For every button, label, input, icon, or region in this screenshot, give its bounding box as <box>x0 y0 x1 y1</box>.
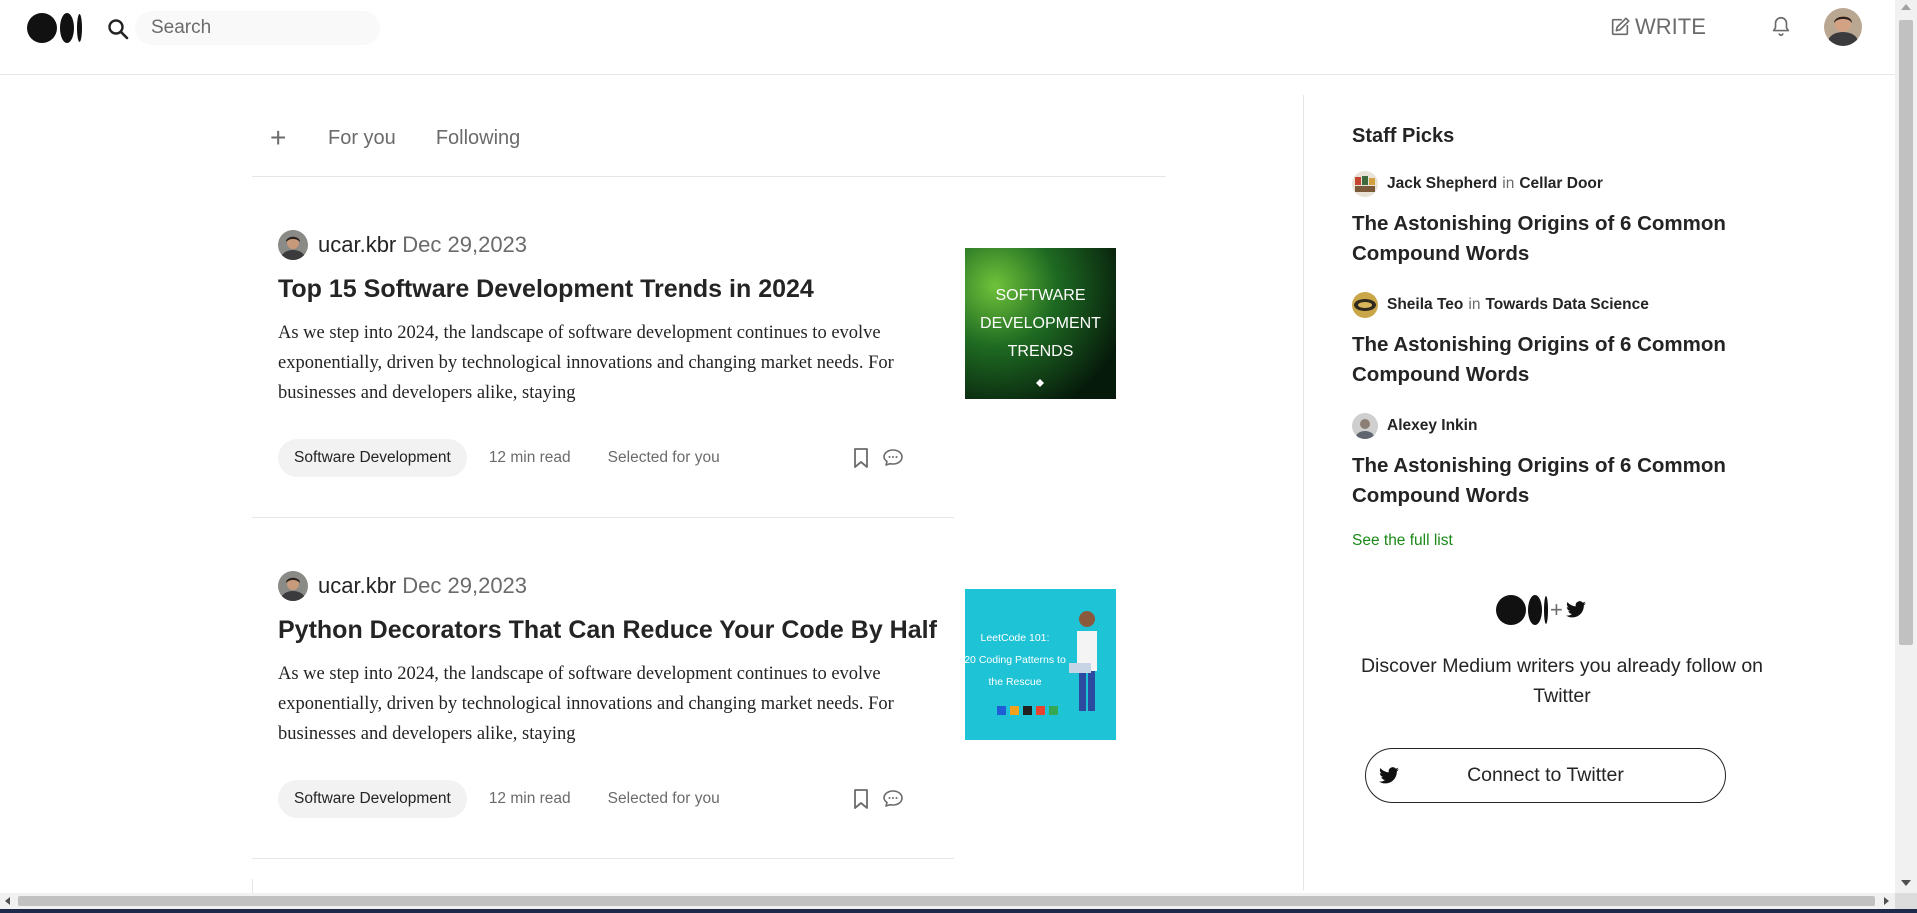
writer-avatar[interactable] <box>1352 413 1378 439</box>
article-card[interactable]: ucar.kbr Dec 29,2023 Top 15 Software Dev… <box>252 177 1116 518</box>
in-label: in <box>1468 296 1481 313</box>
thumbnail-text-line: 20 Coding Patterns to <box>965 654 1066 666</box>
bell-icon[interactable] <box>1770 14 1792 38</box>
bookmark-icon[interactable] <box>851 447 871 469</box>
scroll-down-arrow-icon[interactable] <box>1901 880 1911 886</box>
scrollbar-corner <box>1895 893 1917 909</box>
tab-for-you[interactable]: For you <box>328 127 396 150</box>
write-label: WRITE <box>1635 14 1706 39</box>
scroll-up-arrow-icon[interactable] <box>1901 4 1911 10</box>
staff-pick-item[interactable]: Alexey Inkin The Astonishing Origins of … <box>1352 413 1772 511</box>
search-input[interactable] <box>135 11 380 45</box>
staff-pick-item[interactable]: Sheila Teo in Towards Data Science The A… <box>1352 292 1772 390</box>
article-excerpt[interactable]: As we step into 2024, the landscape of s… <box>278 659 928 749</box>
staff-picks-heading: Staff Picks <box>1352 125 1455 147</box>
top-navigation-bar: WRITE <box>0 0 1895 75</box>
staff-pick-item[interactable]: Jack Shepherd in Cellar Door The Astonis… <box>1352 171 1772 269</box>
writer-name[interactable]: Jack Shepherd <box>1387 175 1497 193</box>
medium-logo-icon[interactable] <box>27 12 83 44</box>
add-topic-button[interactable]: + <box>270 122 294 154</box>
search-field[interactable] <box>135 11 380 45</box>
discover-writers-text: Discover Medium writers you already foll… <box>1360 655 1764 707</box>
horizontal-scrollbar[interactable] <box>0 893 1895 909</box>
horizontal-scroll-thumb[interactable] <box>18 896 1875 906</box>
see-full-list-link[interactable]: See the full list <box>1352 532 1453 550</box>
recommendation-reason: Selected for you <box>607 449 720 466</box>
author-avatar[interactable] <box>278 571 308 601</box>
article-footer: Software Development 12 min read Selecte… <box>278 779 918 819</box>
vertical-scrollbar[interactable] <box>1895 0 1917 893</box>
plus-sign: + <box>1550 597 1563 622</box>
topic-tag[interactable]: Software Development <box>278 439 467 477</box>
connect-to-twitter-button[interactable]: Connect to Twitter <box>1365 748 1726 803</box>
write-button[interactable]: WRITE <box>1609 12 1706 42</box>
writer-avatar[interactable] <box>1352 292 1378 318</box>
topic-tag[interactable]: Software Development <box>278 780 467 818</box>
article-thumbnail[interactable]: SOFTWARE DEVELOPMENT TRENDS <box>965 248 1116 399</box>
recommendation-reason: Selected for you <box>607 790 720 807</box>
in-label: in <box>1502 175 1515 192</box>
feed-tabs: + For you Following <box>252 100 1166 177</box>
read-time: 12 min read <box>488 449 571 466</box>
thumbnail-text-line: the Rescue <box>988 676 1041 688</box>
author-name[interactable]: ucar.kbr <box>318 573 396 599</box>
sidebar-divider <box>1303 95 1304 890</box>
window-bottom-edge <box>0 909 1917 913</box>
staff-pick-title[interactable]: The Astonishing Origins of 6 Common Comp… <box>1352 451 1752 511</box>
scroll-right-arrow-icon[interactable] <box>1884 897 1889 905</box>
thumbnail-text-line: DEVELOPMENT <box>980 315 1101 332</box>
staff-picks-sidebar: Staff Picks Jack Shepherd in Cellar Door… <box>1352 125 1772 803</box>
bookmark-icon[interactable] <box>851 788 871 810</box>
tab-following[interactable]: Following <box>436 127 520 150</box>
article-excerpt[interactable]: As we step into 2024, the landscape of s… <box>278 318 928 408</box>
publication-name[interactable]: Towards Data Science <box>1485 296 1648 314</box>
twitter-bird-icon <box>1565 601 1586 618</box>
staff-pick-title[interactable]: The Astonishing Origins of 6 Common Comp… <box>1352 209 1752 269</box>
writer-avatar[interactable] <box>1352 171 1378 197</box>
twitter-bird-icon <box>1379 766 1399 783</box>
user-avatar[interactable] <box>1824 8 1862 46</box>
publication-name[interactable]: Cellar Door <box>1519 175 1603 193</box>
write-icon <box>1611 17 1630 36</box>
comment-icon[interactable] <box>882 788 904 810</box>
author-name[interactable]: ucar.kbr <box>318 232 396 258</box>
author-avatar[interactable] <box>278 230 308 260</box>
article-footer: Software Development 12 min read Selecte… <box>278 438 918 478</box>
article-card[interactable]: ucar.kbr Dec 29,2023 Python Decorators T… <box>252 518 1116 859</box>
thumbnail-text-line: SOFTWARE <box>995 287 1085 304</box>
writer-name[interactable]: Alexey Inkin <box>1387 417 1477 435</box>
article-meta: ucar.kbr Dec 29,2023 <box>278 229 527 261</box>
thumbnail-text-line: LeetCode 101: <box>981 632 1050 644</box>
writer-name[interactable]: Sheila Teo <box>1387 296 1463 314</box>
medium-plus-twitter-logo: + <box>1496 593 1587 627</box>
next-article-edge <box>252 879 253 893</box>
read-time: 12 min read <box>488 790 571 807</box>
article-thumbnail[interactable]: LeetCode 101: 20 Coding Patterns to the … <box>965 589 1116 740</box>
scroll-left-arrow-icon[interactable] <box>5 897 10 905</box>
publish-date: Dec 29,2023 <box>402 573 528 598</box>
publish-date: Dec 29,2023 <box>402 232 528 257</box>
comment-icon[interactable] <box>882 447 904 469</box>
vertical-scroll-thumb[interactable] <box>1899 20 1913 645</box>
thumbnail-text-line: TRENDS <box>1008 343 1074 360</box>
article-title[interactable]: Python Decorators That Can Reduce Your C… <box>278 616 937 645</box>
article-title[interactable]: Top 15 Software Development Trends in 20… <box>278 275 814 304</box>
article-meta: ucar.kbr Dec 29,2023 <box>278 570 527 602</box>
connect-to-twitter-label: Connect to Twitter <box>1467 764 1624 786</box>
staff-pick-title[interactable]: The Astonishing Origins of 6 Common Comp… <box>1352 330 1752 390</box>
search-icon[interactable] <box>106 17 130 41</box>
